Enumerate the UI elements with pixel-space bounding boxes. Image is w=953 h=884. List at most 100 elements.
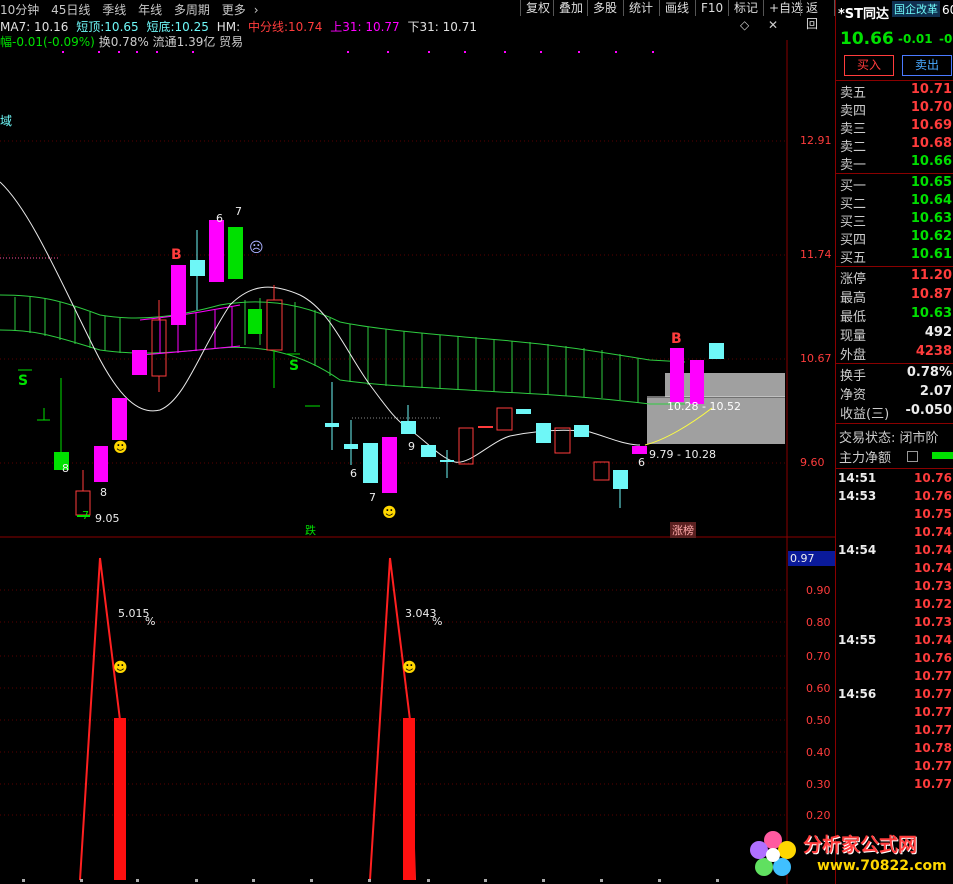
tick-price: 10.77 [914, 669, 952, 683]
tick-time: 14:51 [838, 471, 877, 485]
tick-price: 10.72 [914, 597, 952, 611]
buy-button[interactable]: 买入 [844, 55, 894, 76]
concept-tag[interactable]: 国企改革 [892, 1, 940, 17]
tick-row: 10.72 [836, 597, 953, 615]
sub-tick: 0.60 [806, 682, 831, 695]
tick-row: 14:51 10.76 [836, 471, 953, 489]
flower-logo-icon [750, 831, 796, 876]
current-price: 10.66 [840, 29, 894, 49]
price-tick: 12.91 [800, 134, 832, 147]
stock-name: *ST同达 [838, 7, 890, 22]
tick-price: 10.74 [914, 561, 952, 575]
smile-icon: ☻ [382, 505, 397, 521]
tick-price: 10.77 [914, 723, 952, 737]
tick-row: 10.76 [836, 651, 953, 669]
watermark-name: 分析家公式网 [803, 834, 918, 856]
tick-price: 10.76 [914, 651, 952, 665]
count-8a: 8 [62, 462, 69, 475]
list-icon[interactable] [907, 451, 918, 462]
sub-tick: 0.30 [806, 778, 831, 791]
ask-2: 卖二 10.68 [840, 136, 952, 155]
candles [54, 220, 724, 516]
main-net-label: 主力净额 [839, 451, 892, 466]
tick-row: 10.74 [836, 561, 953, 579]
range-label-2: 9.79 - 10.28 [649, 448, 716, 461]
tick-price: 10.77 [914, 705, 952, 719]
high: 最高 10.87 [840, 287, 952, 306]
tick-time: 14:55 [838, 633, 877, 647]
tick-price: 10.73 [914, 615, 952, 629]
pct-sign-1: % [145, 615, 156, 628]
tick-row: 10.73 [836, 579, 953, 597]
sub-tick-current: 0.97 [790, 552, 815, 565]
tick-row: 10.77 [836, 759, 953, 777]
tick-row: 14:53 10.76 [836, 489, 953, 507]
sub-tick: 0.90 [806, 584, 831, 597]
sub-tick: 0.50 [806, 714, 831, 727]
tick-row: 10.75 [836, 507, 953, 525]
sub-tick: 0.40 [806, 746, 831, 759]
ask-3: 卖三 10.69 [840, 118, 952, 137]
tick-price: 10.76 [914, 471, 952, 485]
turnover-rate: 换手 0.78% [840, 365, 952, 384]
buy-signal-b2: B [671, 331, 682, 347]
tick-row: 10.77 [836, 777, 953, 795]
count-6b: 6 [350, 467, 357, 480]
price-change: -0.01 [898, 32, 933, 46]
price-tick: 10.67 [800, 352, 832, 365]
ask-1: 卖一 10.66 [840, 154, 952, 173]
count-9: 9 [408, 440, 415, 453]
die-label: 跌 [305, 524, 316, 537]
net-asset: 净资 2.07 [840, 384, 952, 403]
smile-icon: ☻ [113, 440, 128, 456]
sub-tick: 0.70 [806, 650, 831, 663]
trade-status: 交易状态: 闭市阶 [839, 431, 939, 446]
domain-label: 域 [0, 114, 13, 128]
price-tick: 11.74 [800, 248, 832, 261]
tick-row: 10.77 [836, 723, 953, 741]
low-price-label: 9.05 [95, 512, 120, 525]
count-7c: 7 [82, 509, 89, 522]
tick-row: 10.77 [836, 705, 953, 723]
tick-price: 10.77 [914, 759, 952, 773]
sell-signal-s1: S [18, 373, 29, 389]
outer-volume: 外盘 4238 [840, 344, 952, 363]
tick-price: 10.77 [914, 777, 952, 791]
tick-price: 10.77 [914, 687, 952, 701]
sell-button[interactable]: 卖出 [902, 55, 952, 76]
watermark-logo: 分析家公式网 www.70822.com [745, 826, 947, 882]
tick-price: 10.74 [914, 525, 952, 539]
price-tick: 9.60 [800, 456, 825, 469]
trend-band [0, 294, 686, 405]
zhangting-label: 涨榜 [670, 522, 696, 538]
tick-row: 14:54 10.74 [836, 543, 953, 561]
count-7b: 7 [369, 491, 376, 504]
tick-price: 10.76 [914, 489, 952, 503]
tick-price: 10.74 [914, 543, 952, 557]
count-8: 8 [100, 486, 107, 499]
count-6c: 6 [638, 456, 645, 469]
count-7a: 7 [235, 205, 242, 218]
bid-2: 买二 10.64 [840, 193, 952, 212]
limit-up: 涨停 11.20 [840, 268, 952, 287]
tick-time: 14:54 [838, 543, 877, 557]
tick-row: 10.73 [836, 615, 953, 633]
bid-3: 买三 10.63 [840, 211, 952, 230]
smile-icon: ☻ [402, 660, 417, 676]
tick-row: 10.74 [836, 525, 953, 543]
main-net-bar [932, 452, 953, 459]
ask-4: 卖四 10.70 [840, 100, 952, 119]
tick-price: 10.73 [914, 579, 952, 593]
bid-4: 买四 10.62 [840, 229, 952, 248]
tick-row: 14:55 10.74 [836, 633, 953, 651]
ask-5: 卖五 10.71 [840, 82, 952, 101]
tick-row: 14:56 10.77 [836, 687, 953, 705]
buy-signal-b1: B [171, 247, 182, 263]
tick-time: 14:56 [838, 687, 877, 701]
low: 最低 10.63 [840, 306, 952, 325]
tick-time: 14:53 [838, 489, 877, 503]
bid-5: 买五 10.61 [840, 247, 952, 266]
count-6a: 6 [216, 212, 223, 225]
stock-code: 60 [942, 3, 953, 17]
bid-1: 买一 10.65 [840, 175, 952, 194]
